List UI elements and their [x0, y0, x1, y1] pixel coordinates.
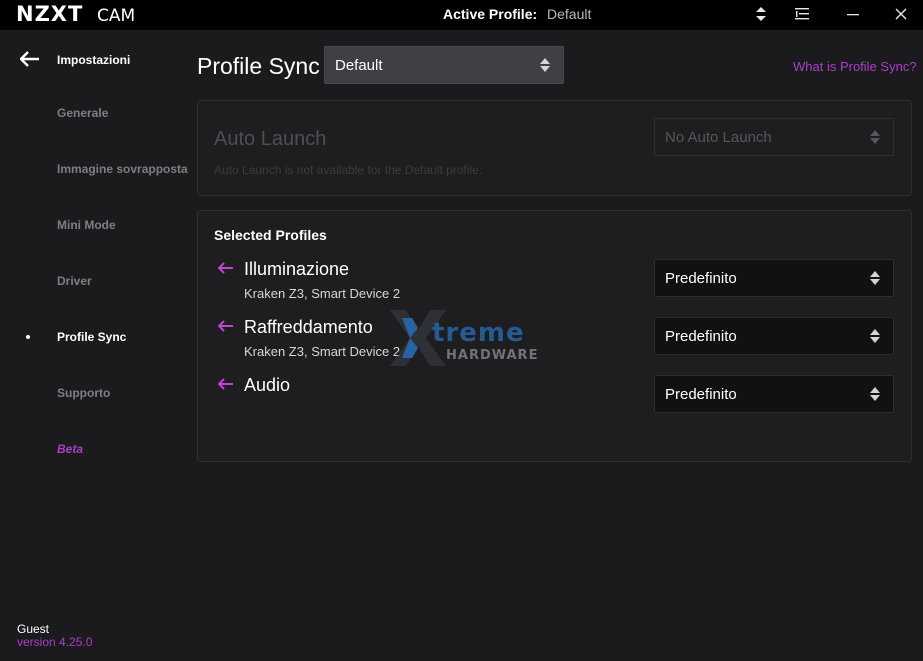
audio-profile-select[interactable]: Predefinito	[654, 375, 894, 413]
profile-select-value: Predefinito	[665, 269, 737, 287]
app-version: version 4.25.0	[17, 635, 93, 649]
cooling-profile-select[interactable]: Predefinito	[654, 317, 894, 355]
sidebar	[0, 30, 190, 661]
cam-logo-text: CAM	[97, 6, 136, 26]
active-indicator-dot	[26, 335, 30, 339]
nzxt-logo: NZXT	[16, 2, 84, 26]
profile-switch-icon[interactable]	[750, 4, 772, 24]
minimize-icon[interactable]	[842, 4, 864, 24]
sidebar-item-profile-sync[interactable]: Profile Sync	[57, 330, 126, 344]
active-profile-label: Active Profile:	[443, 6, 538, 22]
profile-select-value: Predefinito	[665, 385, 737, 403]
profile-row-name: Raffreddamento	[244, 317, 373, 337]
updown-chevron-icon	[869, 130, 881, 144]
sidebar-item-beta[interactable]: Beta	[57, 442, 83, 456]
arrow-left-icon	[217, 317, 234, 337]
page-title: Profile Sync	[197, 53, 320, 79]
sidebar-item-supporto[interactable]: Supporto	[57, 386, 110, 400]
auto-launch-card: Auto Launch Auto Launch is not available…	[197, 100, 912, 196]
updown-chevron-icon	[869, 387, 881, 401]
sidebar-item-overlay[interactable]: Immagine sovrapposta	[57, 162, 188, 176]
arrow-left-icon	[217, 375, 234, 395]
user-name: Guest	[17, 622, 50, 636]
sidebar-item-mini-mode[interactable]: Mini Mode	[57, 218, 116, 232]
profile-select[interactable]: Default	[324, 46, 564, 84]
menu-icon[interactable]	[791, 4, 813, 24]
profile-row-devices: Kraken Z3, Smart Device 2	[244, 344, 401, 359]
selected-profiles-title: Selected Profiles	[214, 227, 327, 243]
profile-row-devices: Kraken Z3, Smart Device 2	[244, 286, 401, 301]
updown-chevron-icon	[539, 58, 551, 72]
auto-launch-subtitle: Auto Launch is not available for the Def…	[214, 163, 483, 177]
what-is-profile-sync-link[interactable]: What is Profile Sync?	[793, 59, 917, 74]
auto-launch-select: No Auto Launch	[654, 118, 894, 156]
profile-select-value: Default	[335, 56, 383, 74]
profile-row-name: Illuminazione	[244, 259, 350, 279]
arrow-left-icon	[217, 259, 234, 279]
updown-chevron-icon	[869, 271, 881, 285]
title-bar: NZXT CAM Active Profile: Default	[0, 0, 923, 30]
back-arrow-icon[interactable]	[19, 50, 40, 73]
auto-launch-title: Auto Launch	[214, 128, 327, 150]
updown-chevron-icon	[869, 329, 881, 343]
close-icon[interactable]	[890, 4, 912, 24]
sidebar-item-generale[interactable]: Generale	[57, 106, 108, 120]
sidebar-item-driver[interactable]: Driver	[57, 274, 92, 288]
selected-profiles-card: Selected Profiles Illuminazione Kraken Z…	[197, 210, 912, 462]
active-profile-value[interactable]: Default	[547, 6, 591, 22]
lighting-profile-select[interactable]: Predefinito	[654, 259, 894, 297]
sidebar-header-settings: Impostazioni	[57, 53, 131, 67]
profile-select-value: Predefinito	[665, 327, 737, 345]
auto-launch-select-value: No Auto Launch	[665, 128, 772, 146]
profile-row-name: Audio	[244, 375, 291, 395]
